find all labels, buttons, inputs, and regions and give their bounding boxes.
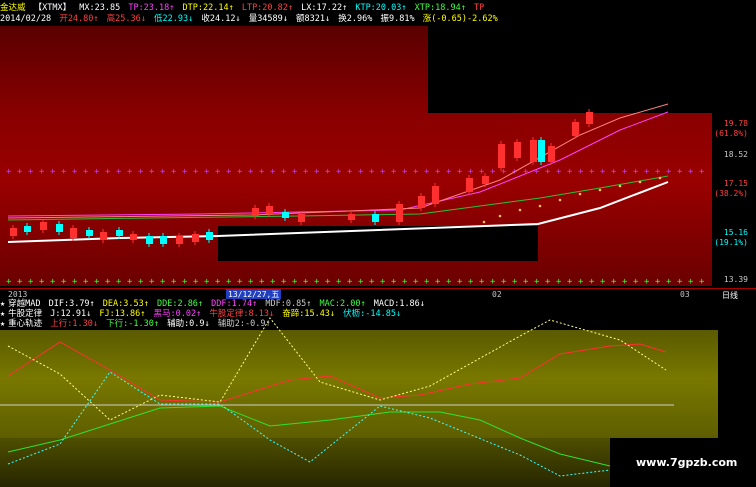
watermark-text: www.7gpzb.com [636, 456, 738, 469]
upper-trajectory-line [7, 341, 667, 403]
indicator-chart-graphics [0, 317, 674, 477]
aux2-trajectory-line [7, 371, 611, 477]
indicator-label-0: 0.00 [728, 400, 748, 409]
indicator-label-1: 1.00 [728, 361, 748, 370]
lower-trajectory-line [7, 405, 611, 467]
